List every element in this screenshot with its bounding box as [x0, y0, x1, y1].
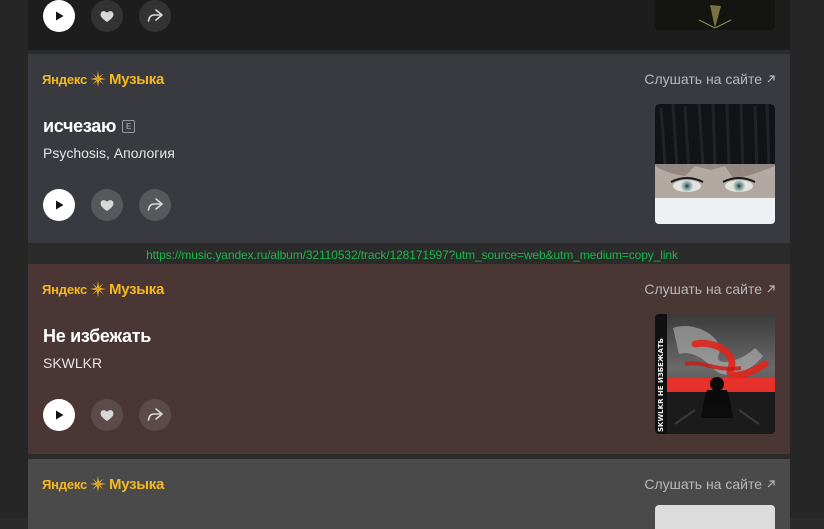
album-cover[interactable]	[655, 505, 775, 529]
track-card: Яндекс Музыка Слушать на сайте	[28, 459, 790, 529]
sunburst-logo-icon	[90, 71, 107, 87]
share-icon	[147, 408, 163, 421]
external-link-icon	[767, 480, 775, 488]
logo-text-music: Музыка	[109, 70, 165, 88]
track-title-text: Не избежать	[43, 326, 152, 346]
play-icon	[56, 200, 64, 210]
track-artist[interactable]: SKWLKR	[43, 355, 102, 371]
listen-on-site-link[interactable]: Слушать на сайте	[644, 71, 776, 87]
share-icon	[147, 198, 163, 211]
track-card: Яндекс Музыка Слушать на сайте Не избежа…	[28, 264, 790, 454]
heart-icon	[100, 409, 114, 421]
player-controls	[43, 0, 171, 32]
play-button[interactable]	[43, 399, 75, 431]
share-button[interactable]	[139, 399, 171, 431]
cover-spine-text: SKWLKR НЕ ИЗБЕЖАТЬ	[657, 338, 665, 432]
share-icon	[147, 9, 163, 22]
play-icon	[56, 410, 64, 420]
track-title[interactable]: Не избежать	[43, 326, 151, 347]
track-artist[interactable]: Psychosis, Апология	[43, 145, 175, 161]
logo-text-yandex: Яндекс	[42, 281, 88, 297]
listen-on-site-label: Слушать на сайте	[644, 71, 762, 87]
heart-icon	[100, 199, 114, 211]
like-button[interactable]	[91, 0, 123, 32]
yandex-music-logo[interactable]: Яндекс Музыка	[42, 280, 165, 298]
external-link-icon	[767, 75, 775, 83]
logo-text-yandex: Яндекс	[42, 71, 88, 87]
external-link-icon	[767, 285, 775, 293]
play-icon	[56, 11, 64, 21]
copied-link-url[interactable]: https://music.yandex.ru/album/32110532/t…	[0, 248, 824, 262]
listen-on-site-link[interactable]: Слушать на сайте	[644, 476, 776, 492]
track-card-previous	[28, 0, 790, 50]
track-title[interactable]: исчезаю E	[43, 116, 136, 137]
listen-on-site-label: Слушать на сайте	[644, 476, 762, 492]
like-button[interactable]	[91, 399, 123, 431]
logo-text-yandex: Яндекс	[42, 476, 88, 492]
player-controls	[43, 399, 171, 431]
play-button[interactable]	[43, 189, 75, 221]
track-title-text: исчезаю	[43, 116, 117, 136]
yandex-music-logo[interactable]: Яндекс Музыка	[42, 475, 165, 493]
heart-icon	[100, 10, 114, 22]
track-card: Яндекс Музыка Слушать на сайте исчезаю E…	[28, 54, 790, 243]
sunburst-logo-icon	[90, 476, 107, 492]
explicit-badge: E	[122, 120, 136, 133]
player-controls	[43, 189, 171, 221]
share-button[interactable]	[139, 0, 171, 32]
share-button[interactable]	[139, 189, 171, 221]
logo-text-music: Музыка	[109, 475, 165, 493]
yandex-music-logo[interactable]: Яндекс Музыка	[42, 70, 165, 88]
listen-on-site-link[interactable]: Слушать на сайте	[644, 281, 776, 297]
album-cover[interactable]	[655, 104, 775, 224]
album-cover[interactable]	[655, 0, 775, 30]
like-button[interactable]	[91, 189, 123, 221]
logo-text-music: Музыка	[109, 280, 165, 298]
album-cover[interactable]: SKWLKR НЕ ИЗБЕЖАТЬ	[655, 314, 775, 434]
listen-on-site-label: Слушать на сайте	[644, 281, 762, 297]
play-button[interactable]	[43, 0, 75, 32]
sunburst-logo-icon	[90, 281, 107, 297]
